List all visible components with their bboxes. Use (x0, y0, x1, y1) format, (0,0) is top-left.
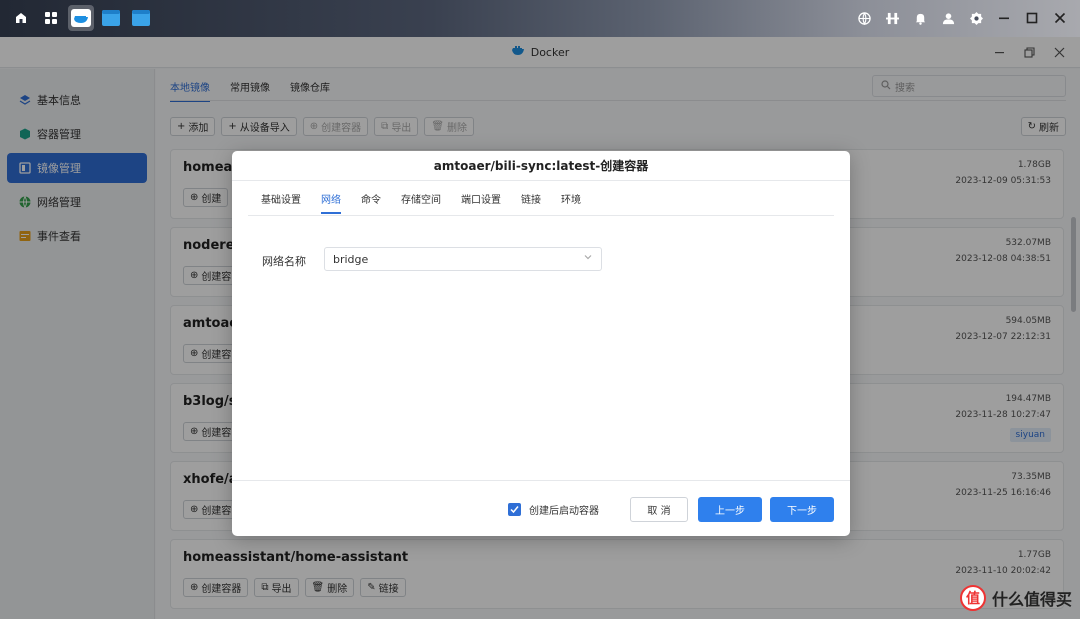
tab-storage[interactable]: 存储空间 (401, 191, 441, 214)
tab-network[interactable]: 网络 (321, 191, 341, 214)
tab-basic-settings[interactable]: 基础设置 (261, 191, 301, 214)
user-icon[interactable] (938, 6, 958, 30)
home-icon[interactable] (8, 5, 34, 31)
cancel-button[interactable]: 取 消 (630, 497, 688, 522)
bell-icon[interactable] (910, 6, 930, 30)
tab-command[interactable]: 命令 (361, 191, 381, 214)
window-app-icon-2[interactable] (128, 5, 154, 31)
tab-port-settings[interactable]: 端口设置 (461, 191, 501, 214)
system-top-bar (0, 0, 1080, 37)
watermark: 值 什么值得买 (959, 585, 1072, 611)
start-after-create-option[interactable]: 创建后启动容器 (508, 502, 599, 517)
tab-links[interactable]: 链接 (521, 191, 541, 214)
next-step-button[interactable]: 下一步 (770, 497, 834, 522)
dialog-tab-divider (248, 215, 834, 216)
resource-monitor-icon[interactable] (882, 6, 902, 30)
watermark-logo: 值 (959, 585, 986, 611)
dialog-footer-divider (232, 480, 850, 481)
network-name-select[interactable]: bridge (324, 247, 602, 271)
globe-icon[interactable] (854, 6, 874, 30)
start-after-create-checkbox[interactable] (508, 503, 521, 516)
close-icon[interactable] (1050, 6, 1070, 30)
chevron-down-icon (583, 252, 593, 265)
dialog-title: amtoaer/bili-sync:latest-创建容器 (232, 151, 850, 181)
docker-app-icon[interactable] (68, 5, 94, 31)
network-name-label: 网络名称 (262, 255, 306, 268)
window-app-icon[interactable] (98, 5, 124, 31)
apps-grid-icon[interactable] (38, 5, 64, 31)
create-container-dialog: amtoaer/bili-sync:latest-创建容器 基础设置 网络 命令… (232, 151, 850, 536)
tab-environment[interactable]: 环境 (561, 191, 581, 214)
previous-step-button[interactable]: 上一步 (698, 497, 762, 522)
maximize-icon[interactable] (1022, 6, 1042, 30)
network-name-value: bridge (333, 252, 369, 266)
watermark-text: 什么值得买 (991, 590, 1072, 609)
settings-icon[interactable] (966, 6, 986, 30)
minimize-icon[interactable] (994, 6, 1014, 30)
start-after-create-label: 创建后启动容器 (529, 506, 599, 517)
